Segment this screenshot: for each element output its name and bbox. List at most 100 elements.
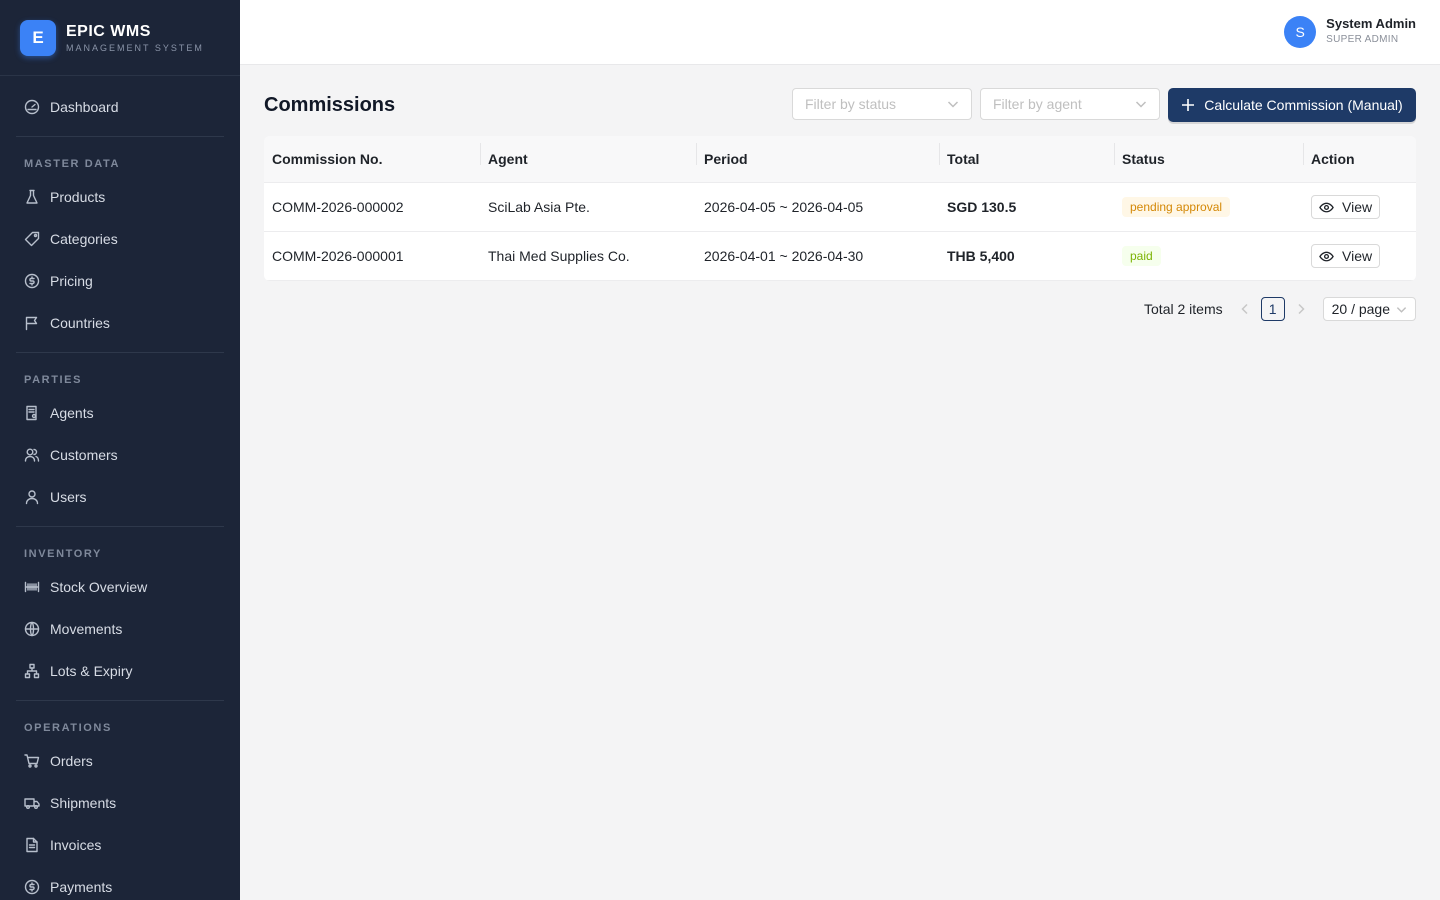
sidebar-item-label: Countries [50,315,110,331]
sidebar-item-stock-overview[interactable]: Stock Overview [0,566,240,608]
nav-section-inventory: INVENTORY [24,548,102,560]
period-cell: 2026-04-01 ~ 2026-04-30 [704,248,864,264]
sidebar-item-label: Lots & Expiry [50,663,133,679]
sidebar-item-agents[interactable]: Agents [0,392,240,434]
nav-section-parties: PARTIES [24,374,83,386]
barcode-icon [24,581,40,593]
calculate-commission-button[interactable]: Calculate Commission (Manual) [1168,88,1416,122]
sidebar-item-shipments[interactable]: Shipments [0,782,240,824]
table-row: COMM-2026-000002 SciLab Asia Pte. 2026-0… [264,183,1416,232]
sidebar-item-movements[interactable]: Movements [0,608,240,650]
globe-icon [24,621,40,637]
total-cell: SGD 130.5 [947,199,1017,215]
pagination: Total 2 items 1 20 / page [1144,297,1416,321]
truck-icon [24,798,40,809]
filter-status-placeholder: Filter by status [805,96,897,112]
cluster-icon [24,663,40,679]
sidebar-item-users[interactable]: Users [0,476,240,518]
flask-icon [26,189,38,204]
sidebar-item-payments[interactable]: Payments [0,866,240,900]
page-size-label: 20 / page [1331,301,1390,317]
sidebar-item-label: Orders [50,753,93,769]
sidebar-item-label: Dashboard [50,99,119,115]
brand-title: EPIC WMS [66,22,151,40]
sidebar-item-lots-expiry[interactable]: Lots & Expiry [0,650,240,692]
filter-agent-placeholder: Filter by agent [993,96,1082,112]
sidebar-item-label: Invoices [50,837,102,853]
sidebar-item-label: Customers [50,447,118,463]
action-cell: View [1303,244,1416,268]
dashboard-icon [24,99,40,115]
status-cell: paid [1114,246,1303,266]
table-row: COMM-2026-000001 Thai Med Supplies Co. 2… [264,232,1416,281]
sidebar-item-invoices[interactable]: Invoices [0,824,240,866]
user-menu[interactable]: S System Admin SUPER ADMIN [1284,15,1416,48]
user-role: SUPER ADMIN [1326,34,1399,45]
nav-divider [16,700,224,701]
page-size-select[interactable]: 20 / page [1322,297,1416,321]
view-button[interactable]: View [1311,244,1381,268]
sidebar-item-label: Shipments [50,795,117,811]
pagination-total: Total 2 items [1144,301,1223,317]
cart-icon [24,754,40,768]
brand[interactable]: E EPIC WMS MANAGEMENT SYSTEM [0,0,240,76]
chevron-down-icon [1396,306,1407,313]
column-header-action: Action [1303,143,1416,167]
sidebar-item-customers[interactable]: Customers [0,434,240,476]
view-button-label: View [1342,248,1373,264]
column-header-period: Period [696,143,939,167]
chevron-left-icon [1241,303,1248,315]
view-button-label: View [1342,199,1373,215]
filter-agent-select[interactable]: Filter by agent [980,88,1160,120]
column-header-status: Status [1114,143,1303,167]
top-header: S System Admin SUPER ADMIN [240,0,1440,65]
filter-status-select[interactable]: Filter by status [792,88,972,120]
sidebar-item-products[interactable]: Products [0,176,240,218]
sidebar-item-label: Payments [50,879,113,895]
user-name: System Admin [1326,16,1416,31]
calculate-commission-label: Calculate Commission (Manual) [1204,97,1403,113]
nav-divider [16,136,224,137]
commission-no-cell: COMM-2026-000001 [272,248,404,264]
commissions-table: Commission No. Agent Period Total Status… [264,136,1416,281]
nav-section-master-data: MASTER DATA [24,158,121,170]
id-card-icon [26,405,37,421]
period-cell: 2026-04-05 ~ 2026-04-05 [704,199,864,215]
chevron-right-icon [1298,303,1305,315]
eye-icon [1319,251,1334,261]
sidebar-item-orders[interactable]: Orders [0,740,240,782]
sidebar-item-dashboard[interactable]: Dashboard [0,86,240,128]
status-cell: pending approval [1114,197,1303,217]
dollar-icon [24,273,40,289]
commission-no-cell: COMM-2026-000002 [272,199,404,215]
table-header: Commission No. Agent Period Total Status… [264,136,1416,183]
team-icon [24,448,40,462]
sidebar-item-countries[interactable]: Countries [0,302,240,344]
sidebar-item-label: Stock Overview [50,579,148,595]
sidebar-item-label: Pricing [50,273,93,289]
tag-icon [24,231,40,247]
next-page-button[interactable] [1289,297,1313,321]
sidebar-item-categories[interactable]: Categories [0,218,240,260]
page-title: Commissions [264,94,396,116]
action-cell: View [1303,195,1416,219]
sidebar-item-label: Users [50,489,87,505]
total-cell: THB 5,400 [947,248,1015,264]
view-button[interactable]: View [1311,195,1381,219]
sidebar-item-pricing[interactable]: Pricing [0,260,240,302]
sidebar-item-label: Categories [50,231,118,247]
eye-icon [1319,202,1334,212]
sidebar-item-label: Products [50,189,106,205]
column-header-commission-no: Commission No. [272,151,383,167]
prev-page-button[interactable] [1233,297,1257,321]
user-icon [25,490,39,505]
nav-divider [16,352,224,353]
sidebar: E EPIC WMS MANAGEMENT SYSTEM Dashboard M… [0,0,240,900]
status-badge: pending approval [1122,197,1231,217]
nav-section-operations: OPERATIONS [24,722,112,734]
page-button-current[interactable]: 1 [1260,297,1285,321]
chevron-down-icon [947,101,959,108]
brand-subtitle: MANAGEMENT SYSTEM [66,42,204,53]
avatar[interactable]: S [1284,15,1317,48]
dollar-icon [24,879,40,895]
